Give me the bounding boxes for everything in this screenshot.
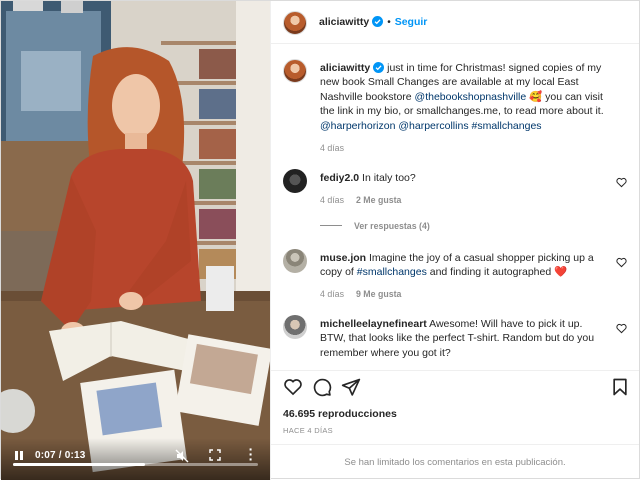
caption-time[interactable]: 4 días bbox=[320, 143, 344, 153]
comment-time[interactable]: 4 días bbox=[320, 289, 344, 299]
mention-link[interactable]: @harpercollins bbox=[398, 120, 468, 132]
avatar[interactable] bbox=[283, 59, 307, 83]
comment-likes[interactable]: 9 Me gusta bbox=[356, 289, 401, 299]
emoji: 🥰 bbox=[529, 90, 543, 103]
comment-meta: 4 días 9 Me gusta bbox=[320, 289, 401, 299]
comment-text: fediy2.0 In italy too? bbox=[320, 171, 609, 185]
post-side-panel: aliciawitty • Seguir aliciawitty just in t… bbox=[270, 1, 639, 480]
comment-username[interactable]: fediy2.0 bbox=[320, 172, 359, 184]
avatar[interactable] bbox=[283, 249, 307, 273]
comment-item: michelleelaynefineart Awesome! Will have… bbox=[283, 315, 627, 369]
view-replies-button[interactable]: Ver respuestas (4) bbox=[320, 221, 430, 231]
comment-username[interactable]: michelleelaynefineart bbox=[320, 318, 427, 330]
video-time: 0:07 / 0:13 bbox=[35, 450, 86, 461]
comment-body: and finding it autographed bbox=[426, 266, 555, 279]
video-frame bbox=[1, 1, 270, 480]
caption: aliciawitty just in time for Christmas! … bbox=[283, 59, 627, 159]
comment-username[interactable]: muse.jon bbox=[320, 252, 366, 264]
video-controls: 0:07 / 0:13 · · · bbox=[1, 438, 270, 480]
post-age[interactable]: HACE 4 DÍAS bbox=[283, 426, 333, 435]
follow-button[interactable]: Seguir bbox=[395, 16, 428, 28]
verified-icon bbox=[373, 62, 385, 73]
mute-icon[interactable] bbox=[175, 449, 189, 463]
heart-icon[interactable] bbox=[283, 377, 303, 397]
post-header: aliciawitty • Seguir bbox=[271, 1, 639, 44]
heart-icon[interactable] bbox=[616, 323, 627, 334]
fullscreen-icon[interactable] bbox=[209, 449, 221, 461]
emoji: ❤️ bbox=[554, 266, 568, 279]
mention-link[interactable]: @thebookshopnashville bbox=[415, 91, 527, 103]
comment-item: fediy2.0 In italy too? 4 días 2 Me gusta … bbox=[283, 169, 627, 239]
verified-icon bbox=[372, 16, 384, 27]
more-options-icon[interactable]: · · · bbox=[248, 442, 254, 466]
share-icon[interactable] bbox=[341, 377, 361, 397]
views-count[interactable]: 46.695 reproducciones bbox=[283, 408, 397, 420]
pause-icon[interactable] bbox=[13, 450, 25, 462]
dot-separator: • bbox=[387, 17, 391, 28]
comment-likes[interactable]: 2 Me gusta bbox=[356, 195, 401, 205]
view-replies-label: Ver respuestas (4) bbox=[354, 221, 430, 231]
post-actions: 46.695 reproducciones HACE 4 DÍAS Se han… bbox=[271, 370, 639, 490]
mention-link[interactable]: @harperhorizon bbox=[320, 120, 395, 132]
video-progress-fill bbox=[13, 463, 146, 466]
header-user: aliciawitty • Seguir bbox=[319, 16, 427, 28]
hashtag-link[interactable]: #smallchanges bbox=[472, 120, 542, 132]
comments-list: aliciawitty just in time for Christmas! … bbox=[271, 45, 639, 369]
comment-meta: 4 días 2 Me gusta bbox=[320, 195, 401, 205]
comment-icon[interactable] bbox=[312, 377, 332, 397]
heart-icon[interactable] bbox=[616, 257, 627, 268]
comments-limited-notice: Se han limitado los comentarios en esta … bbox=[271, 444, 639, 481]
comment-text: michelleelaynefineart Awesome! Will have… bbox=[320, 317, 609, 360]
avatar[interactable] bbox=[283, 169, 307, 193]
comment-time[interactable]: 4 días bbox=[320, 195, 344, 205]
video-player[interactable]: 0:07 / 0:13 · · · bbox=[1, 1, 270, 480]
avatar[interactable] bbox=[283, 11, 307, 35]
comment-text: muse.jon Imagine the joy of a casual sho… bbox=[320, 251, 609, 280]
replies-line bbox=[320, 225, 342, 226]
comment-item: muse.jon Imagine the joy of a casual sho… bbox=[283, 249, 627, 309]
heart-icon[interactable] bbox=[616, 177, 627, 188]
caption-text: aliciawitty just in time for Christmas! … bbox=[320, 61, 609, 133]
bookmark-icon[interactable] bbox=[610, 377, 630, 397]
caption-username[interactable]: aliciawitty bbox=[320, 62, 370, 74]
comment-body: In italy too? bbox=[359, 172, 416, 184]
header-username[interactable]: aliciawitty bbox=[319, 16, 369, 28]
hashtag-link[interactable]: #smallchanges bbox=[357, 266, 427, 278]
video-progress-bar[interactable] bbox=[13, 463, 258, 466]
avatar[interactable] bbox=[283, 315, 307, 339]
post-dialog: 0:07 / 0:13 · · · aliciawitty • Seguir alici… bbox=[0, 0, 640, 480]
